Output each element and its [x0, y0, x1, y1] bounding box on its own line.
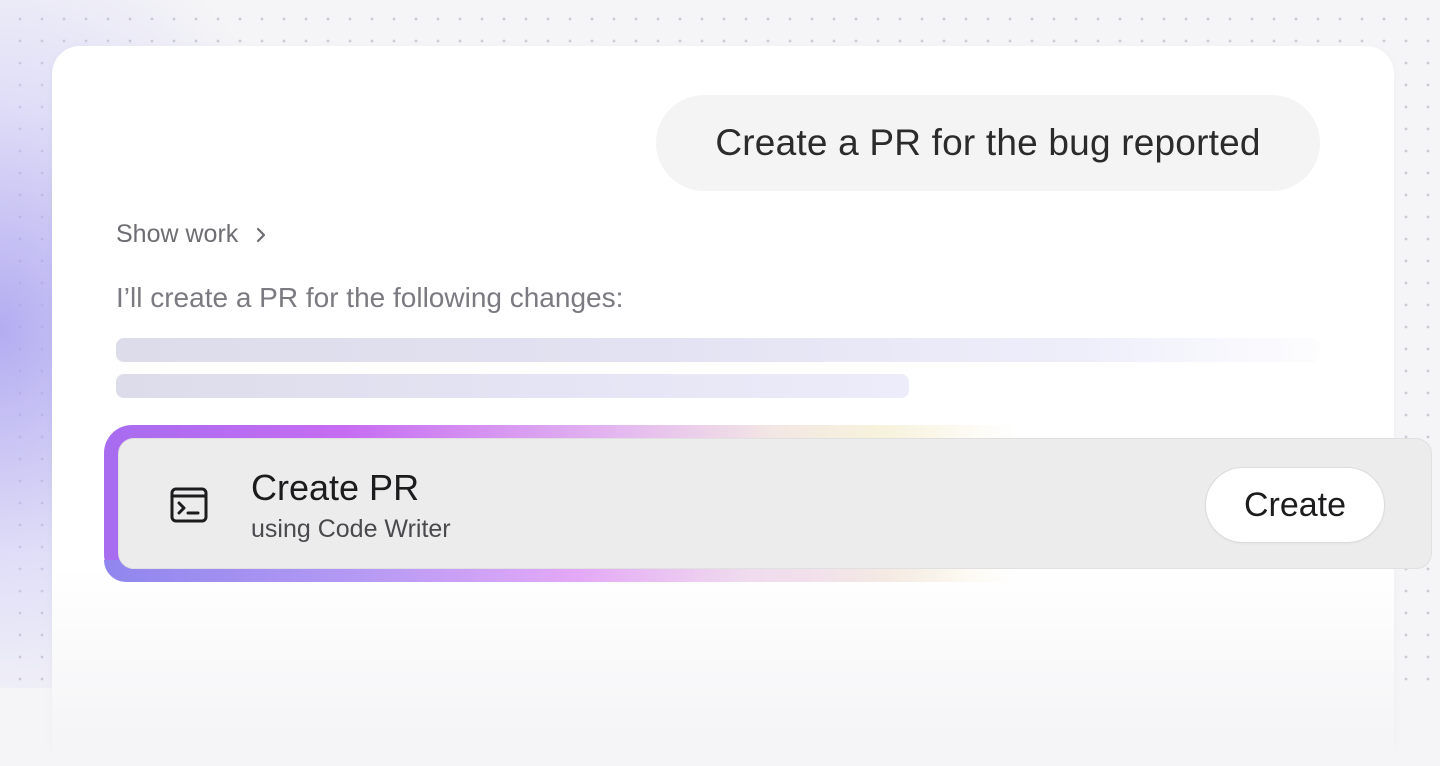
action-subtitle: using Code Writer [251, 515, 451, 543]
show-work-toggle[interactable]: Show work [116, 220, 272, 249]
create-pr-action-card: Create PR using Code Writer Create [118, 438, 1432, 569]
assistant-reply-text: I’ll create a PR for the following chang… [116, 282, 624, 313]
terminal-icon [169, 485, 209, 525]
create-button-label: Create [1243, 485, 1347, 524]
panel-fade [52, 566, 1394, 766]
loading-skeleton-line [116, 374, 909, 398]
user-message-bubble: Create a PR for the bug reported [656, 95, 1320, 191]
user-message-text: Create a PR for the bug reported [715, 122, 1261, 163]
show-work-label: Show work [116, 220, 239, 248]
loading-skeleton-line [116, 338, 1320, 362]
action-title: Create PR [251, 467, 420, 508]
chevron-right-icon [250, 224, 272, 246]
create-button[interactable]: Create [1205, 467, 1385, 543]
